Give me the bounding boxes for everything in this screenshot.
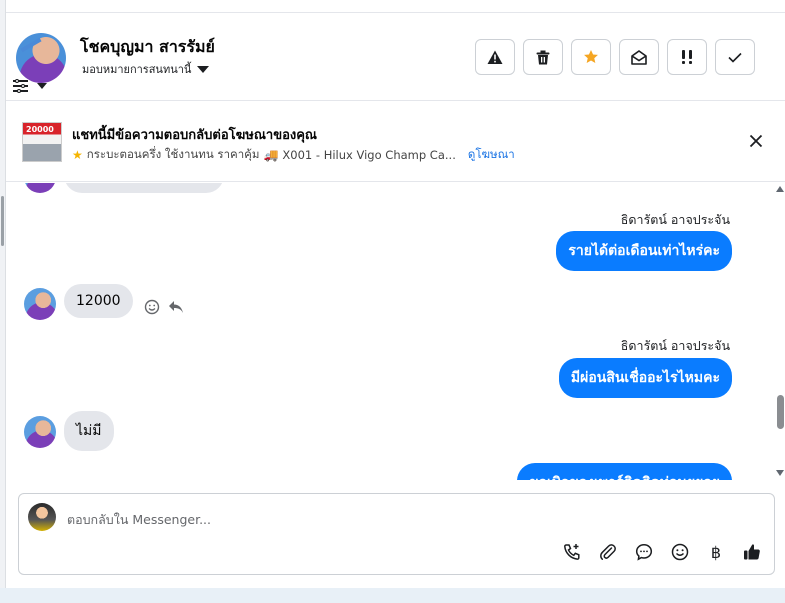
close-banner-button[interactable] [747, 132, 765, 150]
filter-menu[interactable] [13, 78, 47, 93]
mark-unread-button[interactable] [619, 39, 659, 75]
reply-composer[interactable]: ตอบกลับใน Messenger... ฿ [18, 493, 775, 575]
saved-reply-button[interactable] [634, 542, 654, 562]
priority-button[interactable] [667, 39, 707, 75]
ad-reply-banner: 20000 แชทนี้มีข้อความตอบกลับต่อโฆษณาของค… [6, 102, 785, 182]
ad-banner-subtitle: ★ กระบะตอนครึ่ง ใช้งานทน ราคาคุ้ม 🚚 X001… [72, 146, 515, 164]
trash-icon [536, 50, 550, 64]
message-bubble-in[interactable]: 12000 [64, 284, 133, 318]
warning-icon [487, 50, 503, 64]
header-actions [475, 39, 755, 75]
contact-avatar[interactable] [16, 33, 66, 83]
react-emoji-icon[interactable] [144, 299, 160, 315]
contact-avatar-small [24, 183, 56, 193]
inbox-chat-panel: โชคบุญมา สารรัมย์ มอบหมายการสนทนานี้ 200… [0, 0, 785, 603]
call-button[interactable] [562, 542, 582, 562]
message-bubble-out[interactable]: ขอเบิกของเพาร์ติดติดท่อนยยอย [517, 463, 732, 480]
star-emoji-icon: ★ [72, 148, 83, 162]
contact-avatar-small [24, 416, 56, 448]
payment-button[interactable]: ฿ [706, 542, 726, 562]
contact-name[interactable]: โชคบุญมา สารรัมย์ [80, 35, 215, 60]
reply-input[interactable]: ตอบกลับใน Messenger... [67, 510, 211, 530]
done-check-icon [728, 52, 742, 63]
scroll-down-arrow-icon[interactable] [776, 470, 784, 476]
saved-reply-icon [635, 544, 653, 561]
like-button[interactable] [742, 542, 762, 562]
message-bubble-out[interactable]: มีผ่อนสินเชื่ออะไรไหมคะ [558, 358, 732, 398]
emoji-icon [671, 543, 689, 561]
ad-thumbnail[interactable]: 20000 [22, 122, 62, 162]
mark-done-button[interactable] [715, 39, 755, 75]
message-bubble-in[interactable]: ไม่มี [64, 411, 114, 451]
chevron-down-icon [197, 65, 210, 73]
mark-unread-icon [631, 49, 647, 65]
filter-sliders-icon [13, 78, 28, 93]
message-thread: ธิดารัตน์ อาจประจัน รายได้ต่อเดือนเท่าไห… [6, 183, 775, 480]
emoji-button[interactable] [670, 542, 690, 562]
contact-avatar-small [24, 288, 56, 320]
chevron-down-icon [37, 82, 47, 89]
report-spam-button[interactable] [475, 39, 515, 75]
attach-button[interactable] [598, 542, 618, 562]
priority-icon [682, 50, 692, 64]
delete-button[interactable] [523, 39, 563, 75]
star-icon [584, 50, 598, 63]
baht-icon: ฿ [710, 542, 722, 562]
ad-banner-title: แชทนี้มีข้อความตอบกลับต่อโฆษณาของคุณ [72, 128, 317, 143]
thumbs-up-icon [744, 544, 760, 560]
message-actions [144, 299, 184, 315]
thread-scrollbar[interactable] [775, 183, 785, 480]
page-avatar [28, 503, 56, 531]
message-bubble-out[interactable]: รายได้ต่อเดือนเท่าไหร่คะ [556, 231, 732, 271]
view-ad-link[interactable]: ดูโฆษณา [468, 146, 515, 164]
star-button[interactable] [571, 39, 611, 75]
chat-header: โชคบุญมา สารรัมย์ มอบหมายการสนทนานี้ [6, 13, 785, 101]
message-bubble-cut [64, 183, 224, 193]
assign-label: มอบหมายการสนทนานี้ [82, 63, 192, 76]
ad-subtitle-text: กระบะตอนครึ่ง ใช้งานทน ราคาคุ้ม [86, 147, 260, 161]
composer-tools: ฿ [562, 542, 762, 562]
reply-icon[interactable] [168, 300, 184, 314]
assign-conversation-dropdown[interactable]: มอบหมายการสนทนานี้ [82, 60, 210, 78]
message-sender: ธิดารัตน์ อาจประจัน [620, 338, 730, 353]
truck-emoji-icon: 🚚 [263, 148, 279, 162]
attach-icon [600, 544, 616, 560]
scrollbar-thumb[interactable] [777, 395, 784, 429]
bottom-strip [0, 588, 785, 603]
ad-thumbnail-text: 20000 [26, 125, 54, 134]
scroll-up-arrow-icon[interactable] [776, 186, 784, 192]
call-add-icon [564, 544, 580, 560]
ad-product-text: X001 - Hilux Vigo Champ Ca... [282, 148, 456, 162]
close-icon [749, 134, 763, 148]
message-sender: ธิดารัตน์ อาจประจัน [620, 212, 730, 227]
left-scroll-mark[interactable] [1, 196, 4, 246]
